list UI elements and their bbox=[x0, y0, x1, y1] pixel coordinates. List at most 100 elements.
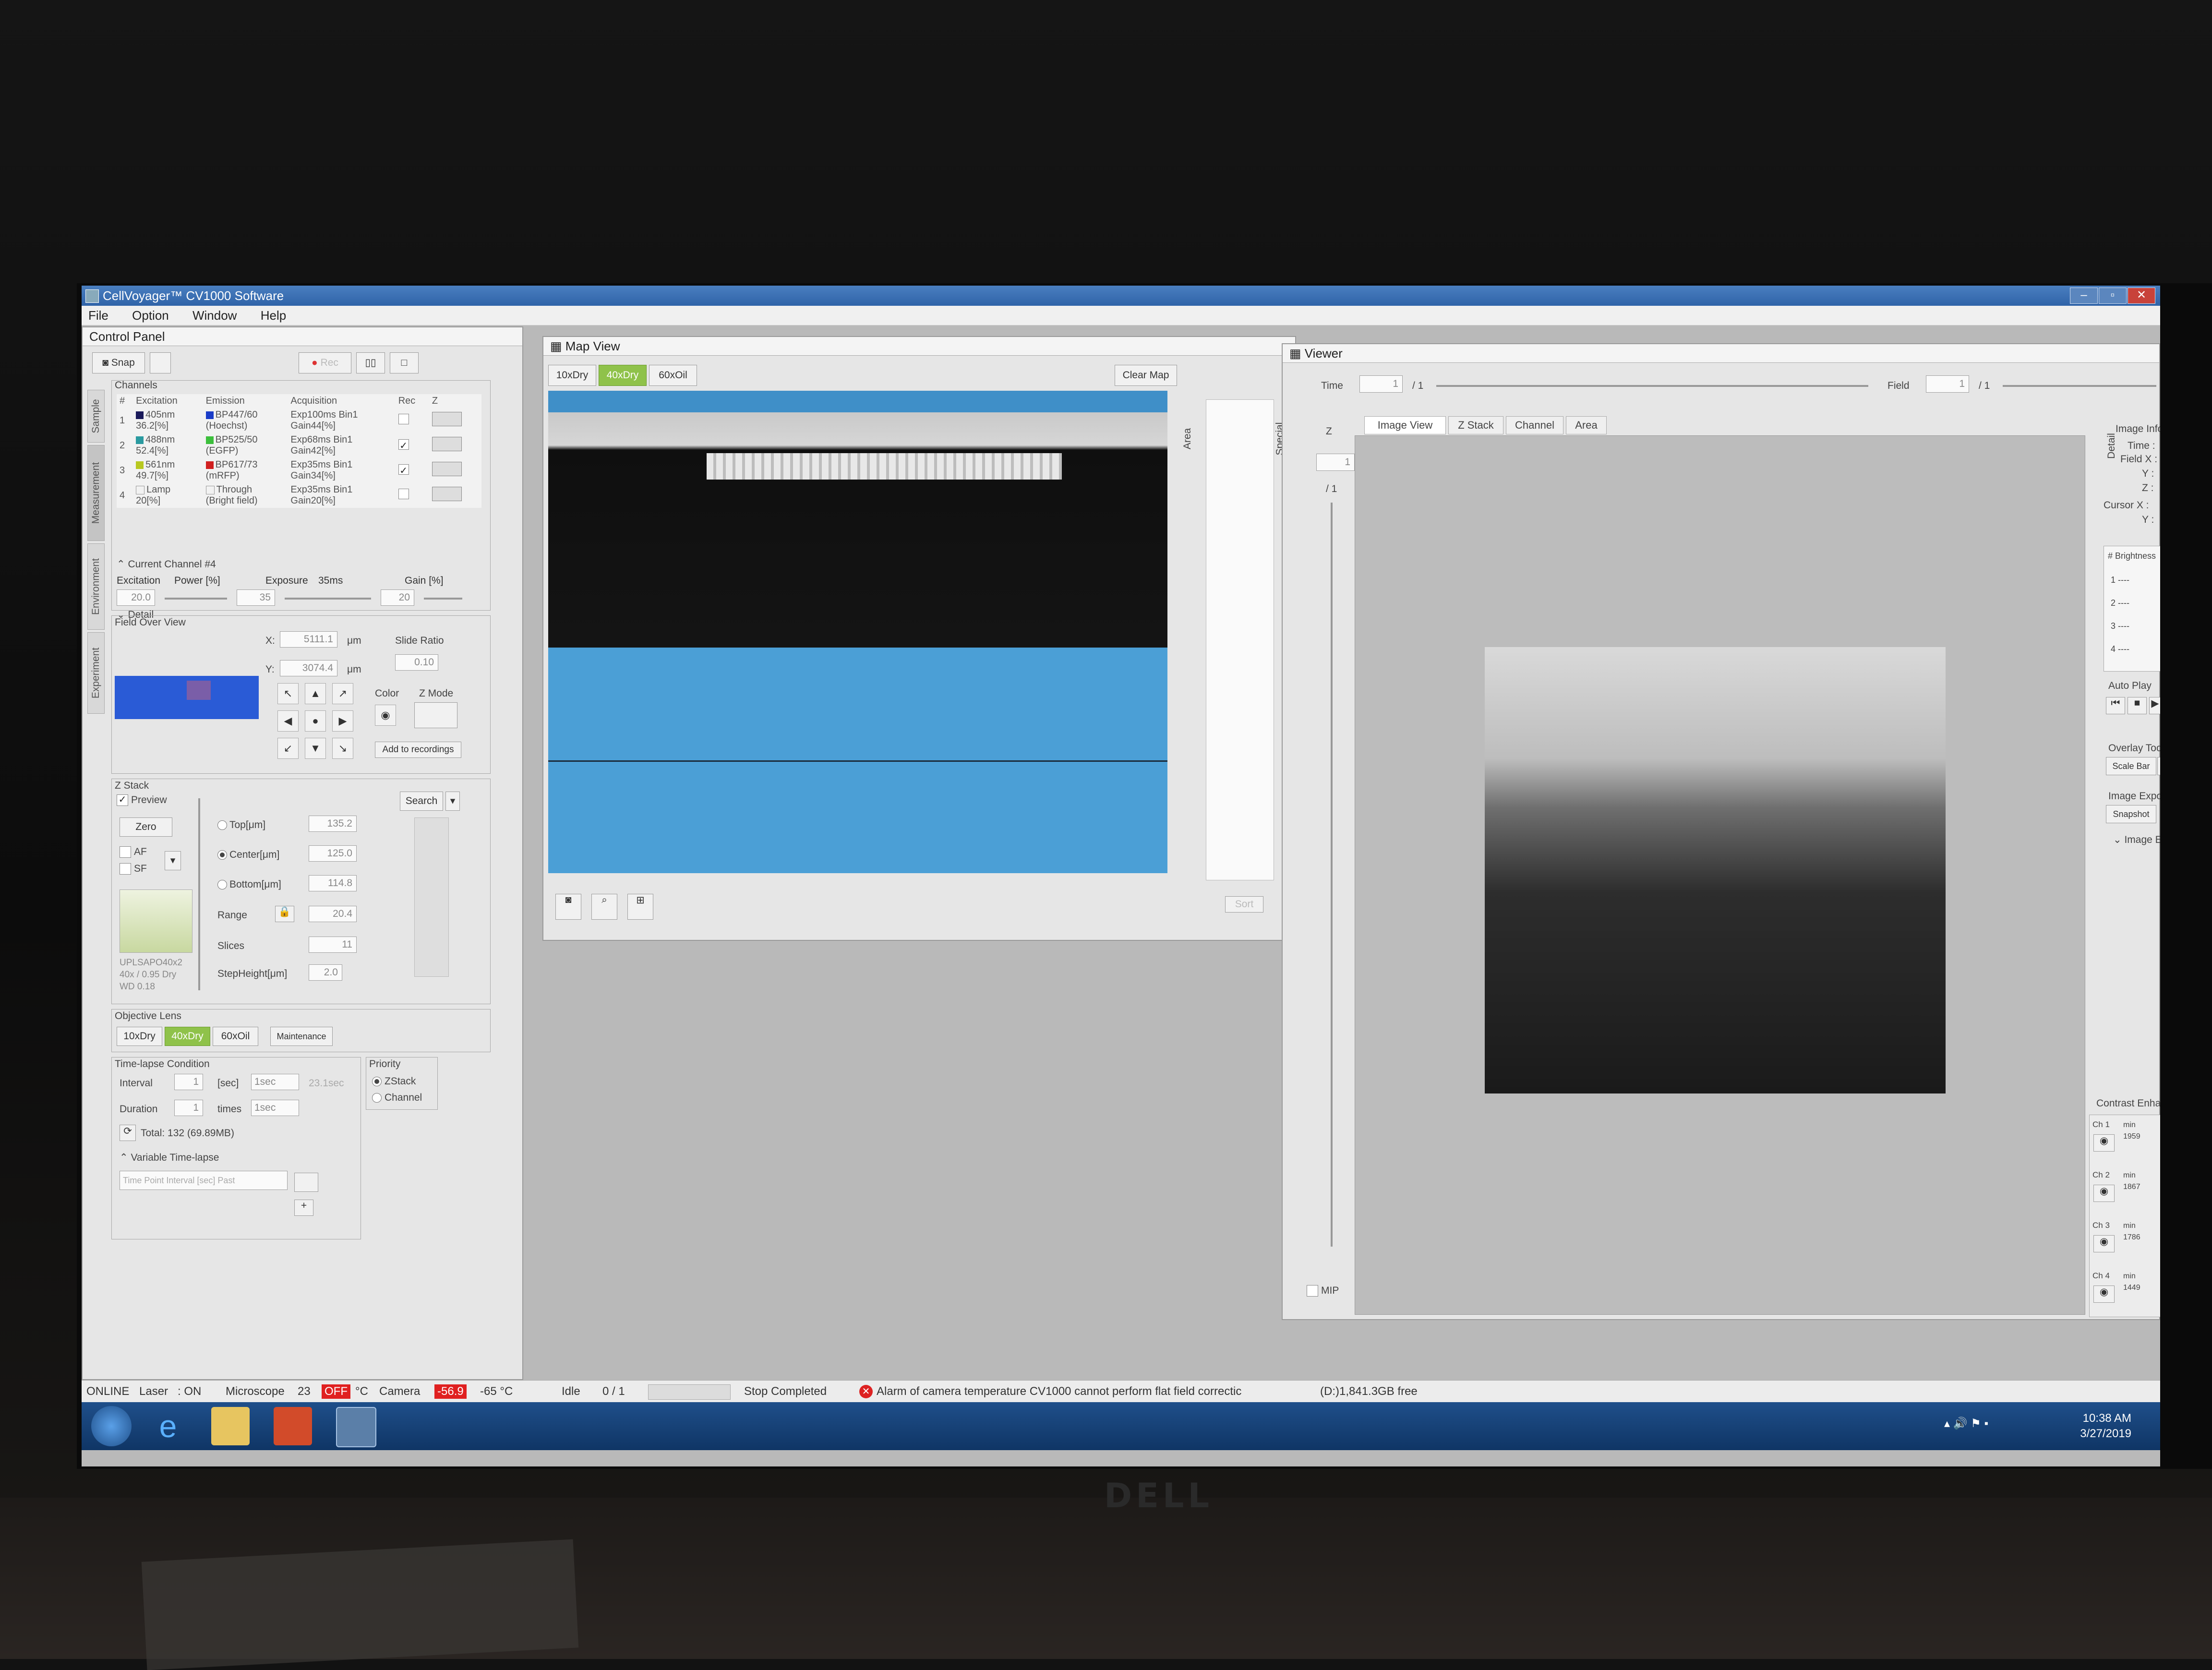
sf-checkbox[interactable] bbox=[120, 863, 131, 875]
lens-10x-button[interactable]: 10xDry bbox=[117, 1027, 162, 1046]
map-capture-button[interactable]: ◙ bbox=[555, 894, 581, 920]
internet-explorer-icon[interactable]: e bbox=[149, 1407, 187, 1445]
time-field[interactable]: 1 bbox=[1359, 375, 1403, 393]
maximize-button[interactable]: ▫ bbox=[2099, 288, 2127, 304]
add-to-recordings-button[interactable]: Add to recordings bbox=[375, 742, 461, 758]
taskbar-clock[interactable]: 10:38 AM 3/27/2019 bbox=[2080, 1411, 2131, 1442]
move-right-button[interactable]: ▶ bbox=[332, 710, 353, 732]
center-radio[interactable] bbox=[217, 850, 227, 860]
z-field[interactable]: 1 bbox=[1316, 454, 1355, 471]
eye-icon[interactable]: ◉ bbox=[2093, 1134, 2115, 1152]
eye-icon[interactable]: ◉ bbox=[2093, 1185, 2115, 1202]
top-radio[interactable] bbox=[217, 820, 227, 830]
map-zoom-button[interactable]: ⌕ bbox=[591, 894, 617, 920]
top-field[interactable]: 135.2 bbox=[309, 816, 357, 832]
file-explorer-icon[interactable] bbox=[211, 1407, 250, 1445]
channel-row[interactable]: 2 488nm 52.4[%] BP525/50 (EGFP) Exp68ms Bi… bbox=[117, 433, 481, 458]
play-stop-button[interactable]: ■ bbox=[2128, 697, 2147, 714]
move-down-right-button[interactable]: ↘ bbox=[332, 738, 353, 759]
af-mode-dropdown[interactable]: ▾ bbox=[165, 851, 181, 870]
rec-button[interactable]: ● Rec bbox=[299, 352, 351, 373]
image-view-canvas[interactable] bbox=[1355, 435, 2085, 1315]
center-field[interactable]: 125.0 bbox=[309, 845, 357, 862]
through-checkbox[interactable] bbox=[205, 485, 215, 494]
snapshot-button[interactable]: Snapshot bbox=[2106, 805, 2156, 823]
text-button[interactable] bbox=[2157, 757, 2160, 775]
snap-button[interactable]: ◙ Snap bbox=[92, 352, 145, 373]
sort-button[interactable]: Sort bbox=[1225, 896, 1263, 913]
af-checkbox[interactable] bbox=[120, 846, 131, 858]
clear-map-button[interactable]: Clear Map bbox=[1115, 365, 1177, 386]
search-button[interactable]: Search bbox=[400, 792, 443, 811]
channel-rec-checkbox[interactable]: ✓ bbox=[396, 433, 429, 458]
tab-environment[interactable]: Environment bbox=[87, 543, 105, 630]
map-10x-button[interactable]: 10xDry bbox=[548, 365, 596, 386]
area-list[interactable] bbox=[1206, 399, 1274, 880]
add-time-point-button[interactable]: + bbox=[294, 1200, 313, 1216]
center-position-button[interactable]: ● bbox=[305, 710, 326, 732]
tab-sample[interactable]: Sample bbox=[87, 390, 105, 443]
start-button[interactable] bbox=[91, 1406, 132, 1446]
channel-rec-checkbox[interactable] bbox=[396, 408, 429, 433]
time-slider[interactable] bbox=[1436, 385, 1868, 387]
eye-icon[interactable]: ◉ bbox=[2093, 1286, 2115, 1303]
priority-zstack-radio[interactable] bbox=[372, 1077, 382, 1086]
play-button[interactable]: ▶ bbox=[2149, 697, 2160, 714]
channel-row[interactable]: 4 Lamp 20[%] Through (Bright field) Exp35m… bbox=[117, 483, 481, 508]
z-mode-button[interactable] bbox=[414, 702, 457, 728]
exposure-slider[interactable] bbox=[285, 598, 371, 600]
tab-measurement[interactable]: Measurement bbox=[87, 445, 105, 541]
exposure-field[interactable]: 35 bbox=[237, 589, 275, 606]
variable-timelapse-toggle[interactable]: ⌃ Variable Time-lapse bbox=[120, 1152, 219, 1164]
map-60x-button[interactable]: 60xOil bbox=[649, 365, 697, 386]
stop-button[interactable]: □ bbox=[390, 352, 419, 373]
cellvoyager-taskbar-icon[interactable] bbox=[336, 1407, 376, 1447]
slices-field[interactable]: 11 bbox=[309, 937, 357, 953]
move-left-button[interactable]: ◀ bbox=[277, 710, 299, 732]
gain-slider[interactable] bbox=[424, 598, 462, 600]
scale-bar-button[interactable]: Scale Bar bbox=[2106, 757, 2156, 775]
interval-field[interactable]: 1 bbox=[174, 1074, 203, 1090]
move-down-button[interactable]: ▼ bbox=[305, 738, 326, 759]
lens-40x-button[interactable]: 40xDry bbox=[165, 1027, 210, 1046]
menu-option[interactable]: Option bbox=[132, 308, 169, 323]
close-button[interactable]: ✕ bbox=[2128, 288, 2155, 304]
tab-channel[interactable]: Channel bbox=[1506, 416, 1563, 434]
map-canvas[interactable] bbox=[548, 391, 1167, 873]
channel-z-dropdown[interactable] bbox=[429, 458, 481, 483]
minimize-button[interactable]: – bbox=[2070, 288, 2098, 304]
y-coordinate-field[interactable]: 3074.4 bbox=[280, 660, 337, 676]
color-button[interactable]: ◉ bbox=[375, 705, 396, 726]
tab-image-view[interactable]: Image View bbox=[1364, 416, 1446, 434]
lens-60x-button[interactable]: 60xOil bbox=[213, 1027, 258, 1046]
move-up-right-button[interactable]: ↗ bbox=[332, 683, 353, 704]
recalculate-button[interactable]: ⟳ bbox=[120, 1125, 136, 1141]
duration-sec-field[interactable]: 1sec bbox=[251, 1100, 299, 1116]
channel-z-dropdown[interactable] bbox=[429, 433, 481, 458]
menu-window[interactable]: Window bbox=[192, 308, 237, 323]
field-slider[interactable] bbox=[2003, 385, 2156, 387]
z-slider[interactable] bbox=[1331, 503, 1333, 1247]
channel-row[interactable]: 3 561nm 49.7[%] BP617/73 (mRFP) Exp35ms Bi… bbox=[117, 458, 481, 483]
range-lock-button[interactable]: 🔒 bbox=[275, 906, 294, 922]
image-exp-toggle[interactable]: ⌄ Image Exp bbox=[2113, 834, 2160, 846]
slide-ratio-field[interactable]: 0.10 bbox=[395, 654, 438, 671]
power-slider[interactable] bbox=[165, 598, 227, 600]
menu-help[interactable]: Help bbox=[261, 308, 286, 323]
bottom-field[interactable]: 114.8 bbox=[309, 875, 357, 891]
mip-checkbox[interactable] bbox=[1307, 1285, 1318, 1297]
media-player-icon[interactable] bbox=[274, 1407, 312, 1445]
move-up-button[interactable]: ▲ bbox=[305, 683, 326, 704]
x-coordinate-field[interactable]: 5111.1 bbox=[280, 631, 337, 648]
time-point-list[interactable]: Time Point Interval [sec] Past bbox=[120, 1171, 288, 1190]
eye-icon[interactable]: ◉ bbox=[2093, 1235, 2115, 1252]
duration-field[interactable]: 1 bbox=[174, 1100, 203, 1116]
channel-row[interactable]: 1 405nm 36.2[%] BP447/60 (Hoechst) Exp100m… bbox=[117, 408, 481, 433]
channel-rec-checkbox[interactable] bbox=[396, 483, 429, 508]
pause-button[interactable]: ▯▯ bbox=[356, 352, 385, 373]
stepheight-field[interactable]: 2.0 bbox=[309, 964, 342, 981]
time-point-option-button[interactable] bbox=[294, 1173, 318, 1192]
play-first-button[interactable]: ⏮ bbox=[2106, 697, 2125, 714]
channel-rec-checkbox[interactable]: ✓ bbox=[396, 458, 429, 483]
alarm-message[interactable]: Alarm of camera temperature CV1000 canno… bbox=[877, 1381, 1241, 1403]
